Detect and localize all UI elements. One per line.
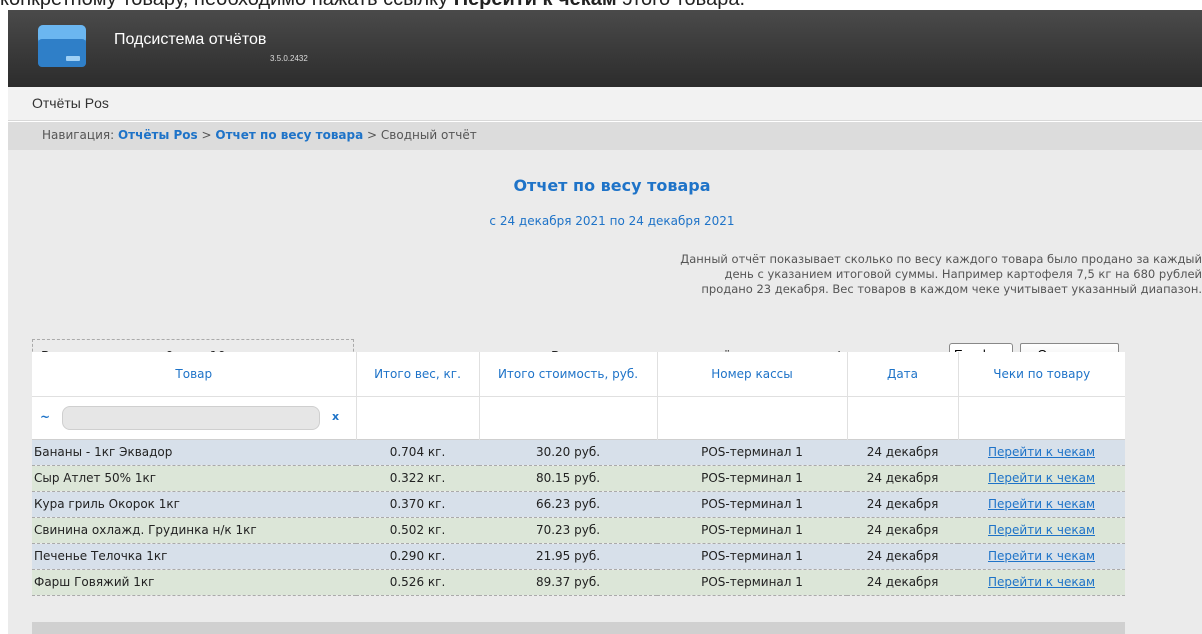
receipts-cell: Перейти к чекам: [958, 543, 1125, 569]
filter-cell: [847, 396, 959, 439]
report-title: Отчет по весу товара: [513, 176, 711, 195]
table-row: Свинина охлажд. Грудинка н/к 1кг 0.502 к…: [32, 517, 1125, 543]
report-period: с 24 декабря 2021 по 24 декабря 2021: [489, 214, 735, 228]
sale-date: 24 декабря: [866, 497, 939, 511]
receipts-cell: Перейти к чекам: [958, 465, 1125, 491]
total-cost: 89.37 руб.: [535, 575, 601, 589]
product-name: Кура гриль Окорок 1кг: [34, 497, 180, 511]
filter-clear-button[interactable]: x: [332, 410, 339, 423]
receipts-link[interactable]: Перейти к чекам: [988, 445, 1095, 459]
receipts-cell: Перейти к чекам: [958, 439, 1125, 465]
table-filter-row: ~ x: [32, 396, 1125, 439]
filter-mode-toggle[interactable]: ~: [40, 410, 50, 424]
breadcrumb-link-weight-report[interactable]: Отчет по весу товара: [215, 128, 363, 142]
total-cost: 30.20 руб.: [535, 445, 601, 459]
caption-bold: Перейти к чекам: [454, 0, 617, 10]
filter-cell: [958, 396, 1125, 439]
app-header: Подсистема отчётов 3.5.0.2432: [8, 10, 1202, 87]
register-number: POS-терминал 1: [701, 497, 803, 511]
sale-date: 24 декабря: [866, 445, 939, 459]
table-row: Кура гриль Окорок 1кг 0.370 кг. 66.23 ру…: [32, 491, 1125, 517]
filter-cell: [479, 396, 658, 439]
report-description: Данный отчёт показывает сколько по весу …: [590, 252, 1202, 297]
receipts-cell: Перейти к чекам: [958, 569, 1125, 595]
caption-prefix: конкретному товару, необходимо нажать сс…: [0, 0, 448, 10]
breadcrumb-prefix: Навигация:: [42, 128, 115, 142]
subnav-bar: Отчёты Pos: [8, 87, 1202, 121]
table-row: Сыр Атлет 50% 1кг 0.322 кг. 80.15 руб. P…: [32, 465, 1125, 491]
product-name: Сыр Атлет 50% 1кг: [34, 471, 157, 485]
table-header-row: Товар Итого вес, кг. Итого стоимость, ру…: [32, 352, 1125, 396]
total-cost: 21.95 руб.: [535, 549, 601, 563]
column-header-product[interactable]: Товар: [32, 352, 357, 396]
register-number: POS-терминал 1: [701, 549, 803, 563]
product-filter-input[interactable]: [62, 405, 320, 430]
table-row: Бананы - 1кг Эквадор 0.704 кг. 30.20 руб…: [32, 439, 1125, 465]
filter-cell-product: ~ x: [32, 396, 357, 439]
sale-date: 24 декабря: [866, 575, 939, 589]
register-number: POS-терминал 1: [701, 575, 803, 589]
column-header-weight[interactable]: Итого вес, кг.: [356, 352, 480, 396]
total-cost: 70.23 руб.: [535, 523, 601, 537]
caption-suffix: этого товара.: [622, 0, 745, 10]
total-weight: 0.502 кг.: [389, 523, 446, 537]
table-row: Фарш Говяжий 1кг 0.526 кг. 89.37 руб. PO…: [32, 569, 1125, 595]
app-version: 3.5.0.2432: [270, 54, 308, 63]
receipts-link[interactable]: Перейти к чекам: [988, 471, 1095, 485]
table-row: Печенье Телочка 1кг 0.290 кг. 21.95 руб.…: [32, 543, 1125, 569]
total-weight: 0.370 кг.: [389, 497, 446, 511]
breadcrumb-current: Сводный отчёт: [380, 128, 477, 142]
receipts-cell: Перейти к чекам: [958, 517, 1125, 543]
column-header-register[interactable]: Номер кассы: [657, 352, 848, 396]
filter-cell: [356, 396, 480, 439]
breadcrumb-separator: >: [367, 128, 378, 142]
register-number: POS-терминал 1: [701, 445, 803, 459]
breadcrumb-link-pos-reports[interactable]: Отчёты Pos: [118, 128, 198, 142]
subnav-link-pos-reports[interactable]: Отчёты Pos: [32, 95, 109, 111]
sale-date: 24 декабря: [866, 523, 939, 537]
table-footer: [32, 622, 1125, 634]
report-table: Товар Итого вес, кг. Итого стоимость, ру…: [32, 352, 1125, 596]
filter-cell: [657, 396, 848, 439]
breadcrumb: Навигация: Отчёты Pos > Отчет по весу то…: [8, 122, 1202, 150]
receipts-link[interactable]: Перейти к чекам: [988, 575, 1095, 589]
total-cost: 66.23 руб.: [535, 497, 601, 511]
report-description-line: день с указанием итоговой суммы. Наприме…: [724, 267, 1202, 281]
total-weight: 0.322 кг.: [389, 471, 446, 485]
breadcrumb-separator: >: [201, 128, 212, 142]
total-weight: 0.704 кг.: [389, 445, 446, 459]
total-weight: 0.526 кг.: [389, 575, 446, 589]
product-name: Печенье Телочка 1кг: [34, 549, 168, 563]
receipts-link[interactable]: Перейти к чекам: [988, 497, 1095, 511]
total-cost: 80.15 руб.: [535, 471, 601, 485]
app-title: Подсистема отчётов: [114, 31, 267, 48]
product-name: Бананы - 1кг Эквадор: [34, 445, 173, 459]
receipts-link[interactable]: Перейти к чекам: [988, 549, 1095, 563]
register-number: POS-терминал 1: [701, 471, 803, 485]
folder-logo-icon: [38, 25, 86, 67]
sale-date: 24 декабря: [866, 471, 939, 485]
total-weight: 0.290 кг.: [389, 549, 446, 563]
sale-date: 24 декабря: [866, 549, 939, 563]
register-number: POS-терминал 1: [701, 523, 803, 537]
receipts-link[interactable]: Перейти к чекам: [988, 523, 1095, 537]
receipts-cell: Перейти к чекам: [958, 491, 1125, 517]
product-name: Свинина охлажд. Грудинка н/к 1кг: [34, 523, 257, 537]
column-header-date[interactable]: Дата: [847, 352, 959, 396]
product-name: Фарш Говяжий 1кг: [34, 575, 155, 589]
column-header-receipts[interactable]: Чеки по товару: [958, 352, 1125, 396]
document-caption: конкретному товару, необходимо нажать сс…: [0, 0, 1202, 10]
report-description-line: продано 23 декабря. Вес товаров в каждом…: [701, 282, 1202, 296]
report-description-line: Данный отчёт показывает сколько по весу …: [680, 252, 1202, 266]
column-header-cost[interactable]: Итого стоимость, руб.: [479, 352, 658, 396]
